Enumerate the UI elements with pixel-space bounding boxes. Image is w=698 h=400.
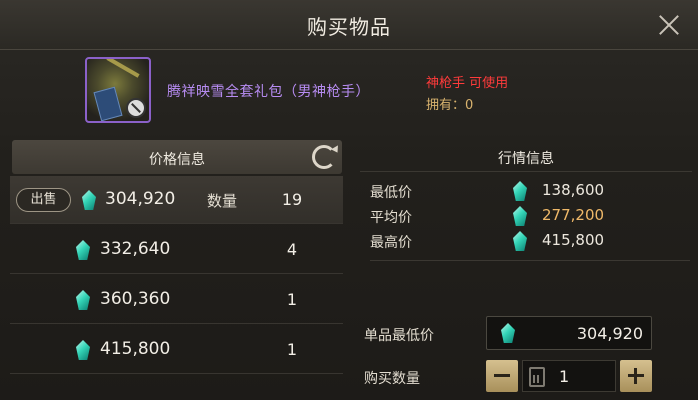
title-bar: 购买物品 <box>0 0 698 50</box>
gem-icon <box>513 206 527 226</box>
sell-button[interactable]: 出售 <box>16 188 71 212</box>
avg-price-value: 277,200 <box>542 206 605 224</box>
gem-icon <box>76 290 90 310</box>
listing-qty: 4 <box>286 240 298 259</box>
purchase-dialog: 购买物品 腾祥映雪全套礼包（男神枪手） 神枪手 可使用 拥有：0 价格信息 出售… <box>0 0 698 400</box>
listing-row[interactable]: 出售 304,920 数量 19 <box>10 176 343 224</box>
listing-price: 332,640 <box>100 239 171 259</box>
gem-icon <box>501 323 515 343</box>
item-info: 腾祥映雪全套礼包（男神枪手） 神枪手 可使用 拥有：0 <box>0 50 698 132</box>
listing-price: 360,360 <box>100 289 171 309</box>
divider <box>370 260 690 261</box>
avg-price-label: 平均价 <box>370 210 412 226</box>
listing-row[interactable]: 360,360 1 <box>10 276 343 324</box>
item-thumbnail <box>85 57 151 123</box>
gem-icon <box>76 340 90 360</box>
price-panel: 价格信息 出售 304,920 数量 19 332,640 4 360,360 … <box>10 138 343 400</box>
unit-price-field: 304,920 <box>486 316 652 350</box>
unit-price-value: 304,920 <box>576 324 643 343</box>
minus-icon[interactable] <box>486 360 518 392</box>
quantity-label: 数量 <box>207 192 238 210</box>
figure-art <box>93 86 123 121</box>
buy-qty-label: 购买数量 <box>364 371 420 387</box>
gem-icon <box>76 240 90 260</box>
plus-icon[interactable] <box>620 360 652 392</box>
owned-count: 拥有：0 <box>426 98 474 113</box>
branch-art <box>106 59 140 78</box>
calculator-icon[interactable] <box>529 367 545 387</box>
refresh-icon[interactable] <box>312 145 336 169</box>
market-panel-header: 行情信息 <box>360 138 692 172</box>
listing-row[interactable]: 332,640 4 <box>10 226 343 274</box>
price-panel-title: 价格信息 <box>149 152 205 168</box>
max-price-label: 最高价 <box>370 235 412 251</box>
market-panel-title: 行情信息 <box>498 151 554 167</box>
unit-low-label: 单品最低价 <box>364 328 434 344</box>
gem-icon <box>82 190 96 210</box>
item-name: 腾祥映雪全套礼包（男神枪手） <box>167 84 370 100</box>
market-panel: 行情信息 最低价 138,600 平均价 277,200 最高价 415,800… <box>360 138 698 400</box>
forbidden-icon <box>126 98 146 118</box>
quantity-value: 1 <box>559 367 570 386</box>
quantity-input[interactable]: 1 <box>522 360 616 392</box>
listing-price: 304,920 <box>105 189 176 209</box>
gem-icon <box>513 181 527 201</box>
close-icon[interactable] <box>654 10 684 40</box>
min-price-value: 138,600 <box>542 181 605 199</box>
price-panel-header: 价格信息 <box>12 140 342 174</box>
dialog-title: 购买物品 <box>307 15 391 39</box>
gem-icon <box>513 231 527 251</box>
min-price-label: 最低价 <box>370 185 412 201</box>
listing-qty: 1 <box>286 340 298 359</box>
class-restriction: 神枪手 可使用 <box>426 76 509 91</box>
listing-row[interactable]: 415,800 1 <box>10 326 343 374</box>
listing-qty: 1 <box>286 290 298 309</box>
listing-price: 415,800 <box>100 339 171 359</box>
listing-qty: 19 <box>281 190 303 209</box>
max-price-value: 415,800 <box>542 231 605 249</box>
